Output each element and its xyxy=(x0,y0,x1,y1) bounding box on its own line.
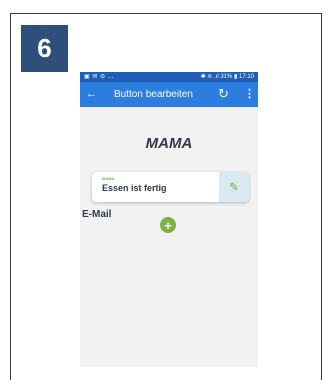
card-small-label: MAMA xyxy=(102,176,115,181)
app-bar: ← Button bearbeiten ↻ ⋮ xyxy=(80,82,258,107)
more-options-icon[interactable]: ⋮ xyxy=(244,88,255,100)
refresh-icon[interactable]: ↻ xyxy=(218,87,229,101)
phone-screen: ▣ ✉ ⊜ … ✱ ≋ .ıl 31% ▮ 17:10 ← Button bea… xyxy=(80,72,258,367)
add-plus-icon[interactable]: + xyxy=(160,217,176,233)
back-arrow-icon[interactable]: ← xyxy=(86,88,97,100)
page-heading: MAMA xyxy=(145,135,193,152)
notification-icons: ▣ ✉ ⊜ … xyxy=(84,74,115,80)
status-bar: ▣ ✉ ⊜ … ✱ ≋ .ıl 31% ▮ 17:10 xyxy=(80,72,258,82)
email-section-label: E-Mail xyxy=(82,209,112,220)
button-card[interactable]: MAMA Essen ist fertig ✎ xyxy=(92,172,249,202)
card-main-label: Essen ist fertig xyxy=(102,183,167,193)
system-status-text: ✱ ≋ .ıl 31% ▮ 17:10 xyxy=(200,74,254,80)
edit-pencil-icon[interactable]: ✎ xyxy=(219,172,249,202)
app-bar-title: Button bearbeiten xyxy=(114,89,193,100)
step-number-badge: 6 xyxy=(21,25,68,72)
